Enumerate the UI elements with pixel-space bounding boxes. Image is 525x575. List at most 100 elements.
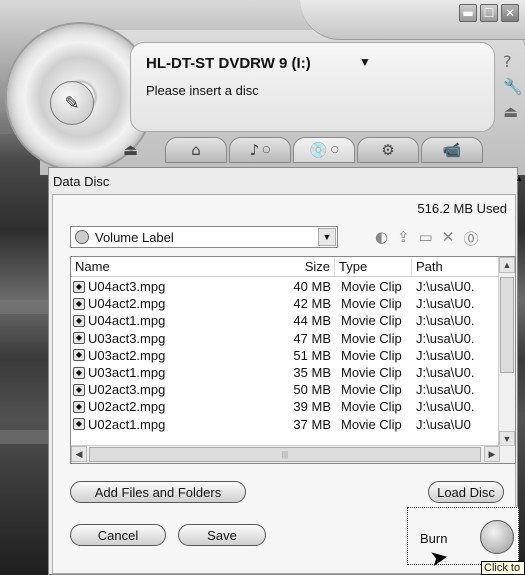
minimize-button[interactable]: ▬ [459, 4, 477, 22]
file-name-cell: ◆ U04act2.mpg [71, 296, 251, 311]
file-name: U02act2.mpg [88, 399, 166, 415]
table-row[interactable]: ◆ U02act3.mpg 50 MB Movie Clip J:\usa\U0. [71, 381, 498, 398]
file-type: Movie Clip [341, 399, 402, 415]
new-folder-icon[interactable]: ▭ [419, 228, 433, 249]
table-row[interactable]: ◆ U03act2.mpg 51 MB Movie Clip J:\usa\U0. [71, 347, 498, 364]
tab-music[interactable]: ♪ ○ [229, 137, 291, 163]
eject-icon[interactable]: ⏏ [123, 140, 138, 160]
file-path: J:\usa\U0. [416, 330, 475, 346]
file-name: U03act2.mpg [88, 347, 166, 363]
column-path[interactable]: Path [412, 257, 482, 276]
file-name: U02act1.mpg [88, 416, 166, 432]
settings-icon[interactable]: 🔧 [503, 77, 523, 96]
burn-label: Burn [420, 531, 448, 546]
file-type: Movie Clip [341, 313, 402, 329]
file-name: U03act3.mpg [88, 330, 166, 346]
tab-tools[interactable]: ⚙ [357, 137, 419, 163]
tab-video[interactable]: 📹 [421, 137, 483, 163]
drive-dropdown-icon[interactable]: ▼ [359, 55, 371, 69]
file-type: Movie Clip [341, 416, 402, 432]
burn-button[interactable] [480, 520, 514, 554]
chevron-down-icon[interactable]: ▼ [318, 228, 336, 246]
file-name-cell: ◆ U04act1.mpg [71, 313, 251, 328]
scroll-right-icon[interactable]: ▶ [484, 446, 500, 462]
chrome-title-arc: ▬ ☐ ✕ [300, 0, 525, 40]
scroll-thumb[interactable] [500, 277, 514, 373]
file-name: U04act1.mpg [88, 313, 166, 329]
window-title: Data Disc [53, 174, 110, 189]
scroll-left-icon[interactable]: ◀ [71, 446, 87, 462]
file-size: 42 MB [293, 296, 331, 312]
scroll-thumb[interactable]: ||| [89, 447, 481, 462]
properties-icon[interactable]: ⓪ [463, 228, 478, 249]
file-name: U04act2.mpg [88, 296, 166, 312]
horizontal-scrollbar[interactable]: ◀ ||| ▶ [71, 445, 515, 463]
table-row[interactable]: ◆ U03act3.mpg 47 MB Movie Clip J:\usa\U0. [71, 330, 498, 347]
table-row[interactable]: ◆ U03act1.mpg 35 MB Movie Clip J:\usa\U0. [71, 364, 498, 381]
table-row[interactable]: ◆ U04act1.mpg 44 MB Movie Clip J:\usa\U0. [71, 312, 498, 329]
maximize-button[interactable]: ☐ [480, 4, 498, 22]
file-size: 39 MB [293, 399, 331, 415]
file-name-cell: ◆ U04act3.mpg [71, 279, 251, 294]
vertical-scrollbar[interactable]: ▲ ▼ [498, 257, 515, 447]
window-scroll-up-icon[interactable]: ▲ [515, 174, 523, 183]
file-name-cell: ◆ U03act3.mpg [71, 331, 251, 346]
disc-icon: ✎ [64, 92, 80, 113]
scroll-up-icon[interactable]: ▲ [499, 257, 515, 273]
eject-side-icon[interactable]: ⏏ [503, 102, 523, 121]
file-path: J:\usa\U0 [416, 416, 471, 432]
table-row[interactable]: ◆ U02act2.mpg 39 MB Movie Clip J:\usa\U0. [71, 398, 498, 415]
file-size: 40 MB [293, 279, 331, 295]
column-size[interactable]: Size [251, 257, 335, 276]
movie-file-icon: ◆ [73, 349, 85, 362]
side-icons: ? 🔧 ⏏ [503, 52, 523, 121]
file-type: Movie Clip [341, 347, 402, 363]
file-path: J:\usa\U0. [416, 296, 475, 312]
movie-file-icon: ◆ [73, 418, 85, 431]
drive-info-panel: HL-DT-ST DVDRW 9 (I:) ▼ Please insert a … [130, 42, 495, 132]
file-path: J:\usa\U0. [416, 399, 475, 415]
close-button[interactable]: ✕ [501, 4, 519, 22]
tab-home[interactable]: ⌂ [165, 137, 227, 163]
file-size: 47 MB [293, 330, 331, 346]
disc-menu-button[interactable]: ✎ [50, 81, 94, 125]
window-controls: ▬ ☐ ✕ [459, 4, 519, 22]
file-name: U02act3.mpg [88, 382, 166, 398]
up-folder-icon[interactable]: ⇪ [397, 228, 410, 249]
video-icon: 📹 [442, 141, 462, 159]
back-icon[interactable]: ◐ [375, 228, 388, 249]
volume-label-select[interactable]: Volume Label ▼ [70, 226, 338, 248]
file-path: J:\usa\U0. [416, 382, 475, 398]
file-size: 35 MB [293, 365, 331, 381]
table-row[interactable]: ◆ U04act2.mpg 42 MB Movie Clip J:\usa\U0. [71, 295, 498, 312]
file-type: Movie Clip [341, 365, 402, 381]
column-name[interactable]: Name [71, 257, 251, 276]
delete-icon[interactable]: ✕ [442, 228, 455, 249]
tab-indicator-icon: ○ [330, 145, 339, 155]
tab-disc[interactable]: 💿 ○ [293, 137, 355, 163]
movie-file-icon: ◆ [73, 332, 85, 345]
file-path: J:\usa\U0. [416, 279, 475, 295]
movie-file-icon: ◆ [73, 280, 85, 293]
movie-file-icon: ◆ [73, 297, 85, 310]
file-name-cell: ◆ U02act1.mpg [71, 417, 251, 432]
help-icon[interactable]: ? [503, 52, 523, 71]
add-files-button[interactable]: Add Files and Folders [70, 481, 246, 503]
drive-name[interactable]: HL-DT-ST DVDRW 9 (I:) [146, 55, 311, 72]
data-disc-window: Data Disc 516.2 MB Used Volume Label ▼ ◐… [48, 167, 519, 575]
list-header: Name Size Type Path [71, 257, 515, 277]
status-message: Please insert a disc [146, 83, 259, 98]
cancel-button[interactable]: Cancel [70, 524, 166, 546]
save-button[interactable]: Save [178, 524, 266, 546]
load-disc-button[interactable]: Load Disc [428, 481, 504, 503]
table-row[interactable]: ◆ U02act1.mpg 37 MB Movie Clip J:\usa\U0 [71, 416, 498, 433]
movie-file-icon: ◆ [73, 400, 85, 413]
file-rows: ◆ U04act3.mpg 40 MB Movie Clip J:\usa\U0. ◆ U0… [71, 278, 498, 433]
table-row[interactable]: ◆ U04act3.mpg 40 MB Movie Clip J:\usa\U0. [71, 278, 498, 295]
column-type[interactable]: Type [335, 257, 412, 276]
movie-file-icon: ◆ [73, 366, 85, 379]
tab-strip: ⌂ ♪ ○ 💿 ○ ⚙ 📹 [165, 137, 525, 167]
file-list[interactable]: Name Size Type Path ◆ U04act3.mpg 40 MB Mov… [70, 256, 516, 464]
tab-indicator-icon: ○ [262, 145, 271, 155]
file-type: Movie Clip [341, 279, 402, 295]
